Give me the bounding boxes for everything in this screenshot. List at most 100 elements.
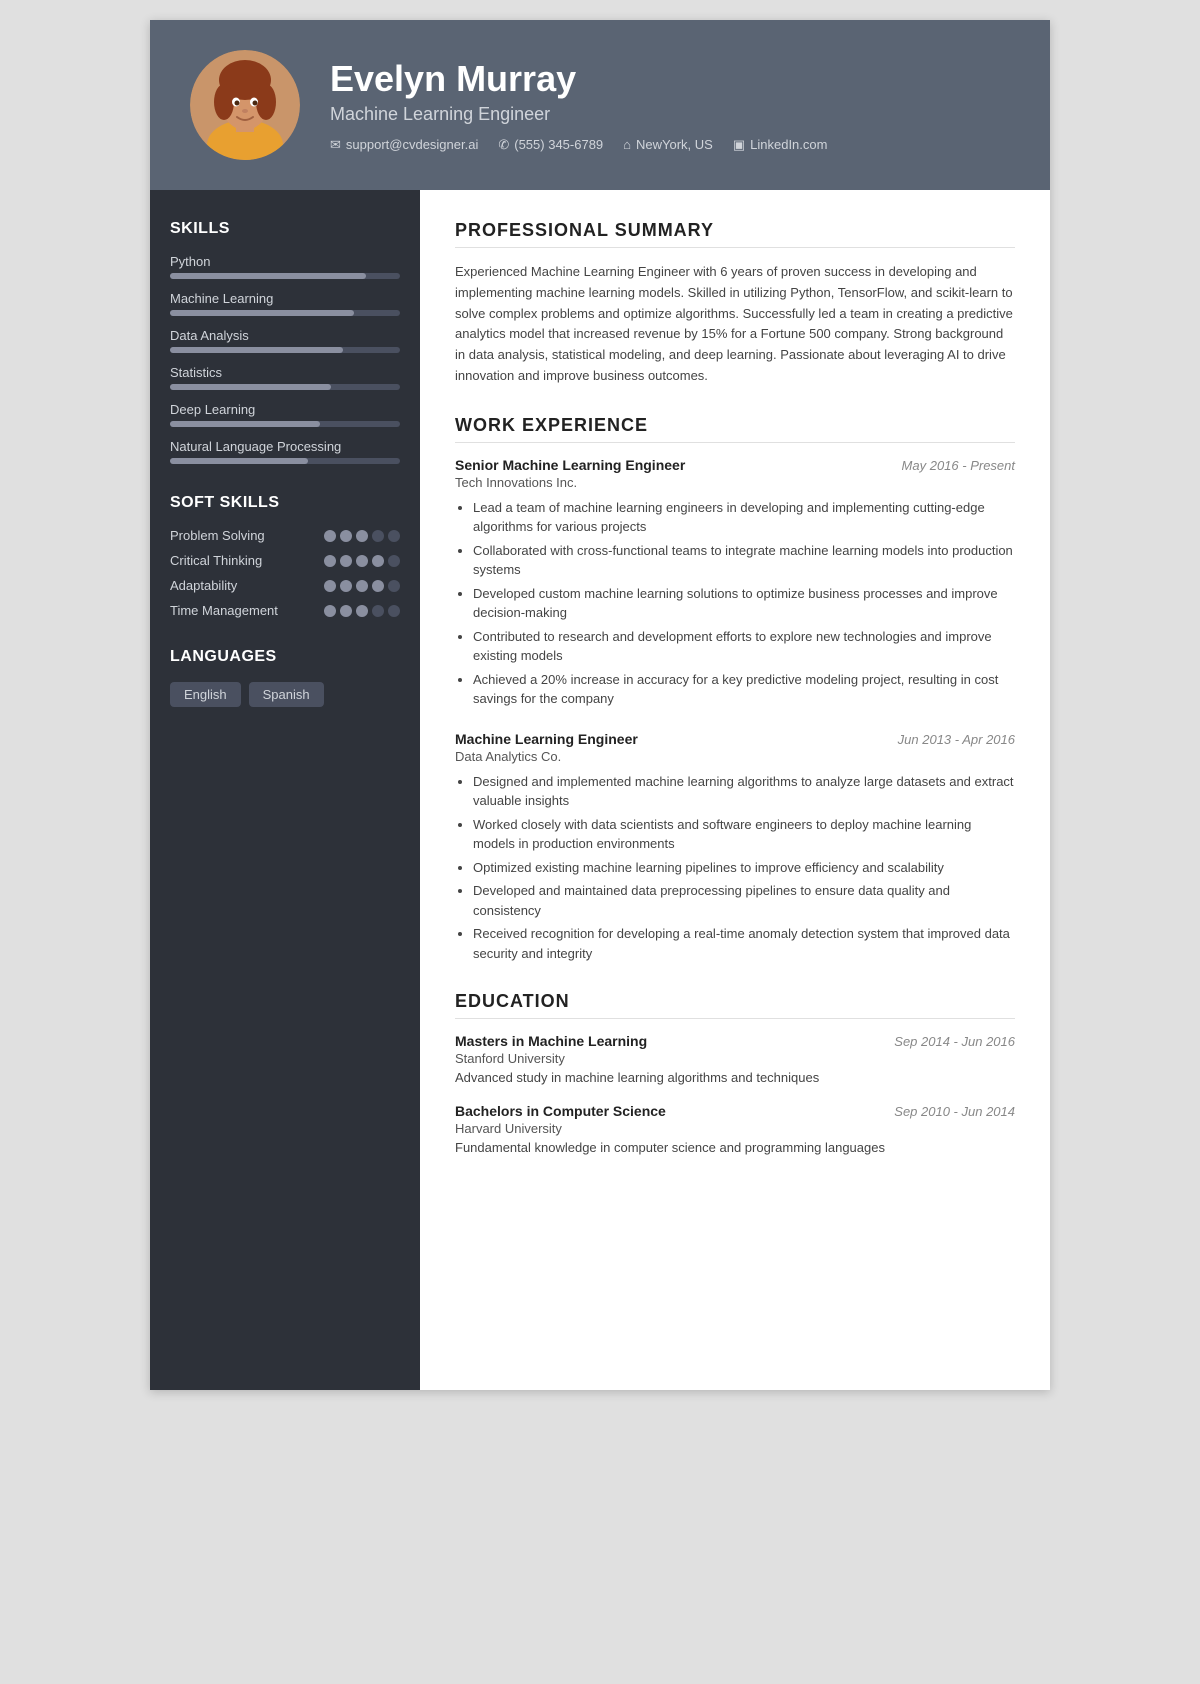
soft-skills-section-title: SOFT SKILLS xyxy=(170,494,400,512)
bullet: Achieved a 20% increase in accuracy for … xyxy=(473,670,1015,709)
soft-skill-item: Time Management xyxy=(170,603,400,618)
skill-item: Natural Language Processing xyxy=(170,439,400,464)
email-value: support@cvdesigner.ai xyxy=(346,137,478,152)
dot-empty xyxy=(388,530,400,542)
languages-section-title: LANGUAGES xyxy=(170,648,400,666)
skill-item: Statistics xyxy=(170,365,400,390)
edu-school: Harvard University xyxy=(455,1121,1015,1136)
dot-filled xyxy=(324,555,336,567)
work-section: WORK EXPERIENCE Senior Machine Learning … xyxy=(455,415,1015,964)
phone-value: (555) 345-6789 xyxy=(514,137,603,152)
skill-bar-fill xyxy=(170,273,366,279)
bullet: Optimized existing machine learning pipe… xyxy=(473,858,1015,878)
skill-bar-fill xyxy=(170,384,331,390)
skills-list: Python Machine Learning Data Analysis St… xyxy=(170,254,400,464)
language-tag: Spanish xyxy=(249,682,324,707)
skill-item: Python xyxy=(170,254,400,279)
bullet: Collaborated with cross-functional teams… xyxy=(473,541,1015,580)
bullet: Developed and maintained data preprocess… xyxy=(473,881,1015,920)
skill-bar-fill xyxy=(170,458,308,464)
skill-name: Statistics xyxy=(170,365,400,380)
dot-empty xyxy=(388,605,400,617)
job-header: Machine Learning Engineer Jun 2013 - Apr… xyxy=(455,731,1015,747)
soft-skill-name: Time Management xyxy=(170,603,278,618)
job-item: Senior Machine Learning Engineer May 201… xyxy=(455,457,1015,709)
linkedin-icon: ▣ xyxy=(733,137,745,153)
bullet: Designed and implemented machine learnin… xyxy=(473,772,1015,811)
dot-filled xyxy=(340,530,352,542)
bullet: Contributed to research and development … xyxy=(473,627,1015,666)
job-item: Machine Learning Engineer Jun 2013 - Apr… xyxy=(455,731,1015,964)
edu-desc: Advanced study in machine learning algor… xyxy=(455,1070,1015,1085)
skill-bar-bg xyxy=(170,458,400,464)
education-section: EDUCATION Masters in Machine Learning Se… xyxy=(455,991,1015,1155)
skill-bar-bg xyxy=(170,384,400,390)
job-header: Senior Machine Learning Engineer May 201… xyxy=(455,457,1015,473)
header-contacts: ✉ support@cvdesigner.ai ✆ (555) 345-6789… xyxy=(330,137,1010,153)
soft-skill-name: Adaptability xyxy=(170,578,237,593)
skill-name: Natural Language Processing xyxy=(170,439,400,454)
skills-section-title: SKILLS xyxy=(170,220,400,238)
languages-list: English Spanish xyxy=(170,682,400,707)
skill-bar-fill xyxy=(170,310,354,316)
resume-container: Evelyn Murray Machine Learning Engineer … xyxy=(150,20,1050,1390)
language-tag: English xyxy=(170,682,241,707)
job-company: Data Analytics Co. xyxy=(455,749,1015,764)
header-info: Evelyn Murray Machine Learning Engineer … xyxy=(330,58,1010,153)
skill-name: Deep Learning xyxy=(170,402,400,417)
education-item: Masters in Machine Learning Sep 2014 - J… xyxy=(455,1033,1015,1085)
edu-header: Masters in Machine Learning Sep 2014 - J… xyxy=(455,1033,1015,1049)
avatar xyxy=(190,50,300,160)
location-value: NewYork, US xyxy=(636,137,713,152)
linkedin-value: LinkedIn.com xyxy=(750,137,827,152)
sidebar: SKILLS Python Machine Learning Data Anal… xyxy=(150,190,420,1390)
main-content: PROFESSIONAL SUMMARY Experienced Machine… xyxy=(420,190,1050,1390)
dot-empty xyxy=(388,580,400,592)
contact-location: ⌂ NewYork, US xyxy=(623,137,713,152)
bullet: Worked closely with data scientists and … xyxy=(473,815,1015,854)
dots xyxy=(324,580,400,592)
header-name: Evelyn Murray xyxy=(330,58,1010,100)
location-icon: ⌂ xyxy=(623,137,631,152)
skill-bar-bg xyxy=(170,273,400,279)
dot-filled xyxy=(356,580,368,592)
work-title: WORK EXPERIENCE xyxy=(455,415,1015,443)
dot-empty xyxy=(388,555,400,567)
summary-title: PROFESSIONAL SUMMARY xyxy=(455,220,1015,248)
body: SKILLS Python Machine Learning Data Anal… xyxy=(150,190,1050,1390)
skill-name: Python xyxy=(170,254,400,269)
dot-filled xyxy=(340,580,352,592)
contact-phone: ✆ (555) 345-6789 xyxy=(498,137,603,153)
job-title: Senior Machine Learning Engineer xyxy=(455,457,685,473)
job-date: Jun 2013 - Apr 2016 xyxy=(898,732,1015,747)
contact-linkedin: ▣ LinkedIn.com xyxy=(733,137,828,153)
skill-bar-bg xyxy=(170,310,400,316)
skill-name: Machine Learning xyxy=(170,291,400,306)
job-title: Machine Learning Engineer xyxy=(455,731,638,747)
job-bullets: Designed and implemented machine learnin… xyxy=(455,772,1015,964)
skill-bar-fill xyxy=(170,347,343,353)
soft-skill-name: Problem Solving xyxy=(170,528,265,543)
bullet: Developed custom machine learning soluti… xyxy=(473,584,1015,623)
job-bullets: Lead a team of machine learning engineer… xyxy=(455,498,1015,709)
summary-text: Experienced Machine Learning Engineer wi… xyxy=(455,262,1015,387)
dot-filled xyxy=(356,555,368,567)
education-title: EDUCATION xyxy=(455,991,1015,1019)
dot-filled xyxy=(340,605,352,617)
education-list: Masters in Machine Learning Sep 2014 - J… xyxy=(455,1033,1015,1155)
bullet: Lead a team of machine learning engineer… xyxy=(473,498,1015,537)
edu-degree: Masters in Machine Learning xyxy=(455,1033,647,1049)
skill-bar-bg xyxy=(170,347,400,353)
dot-filled xyxy=(372,580,384,592)
soft-skill-item: Adaptability xyxy=(170,578,400,593)
soft-skill-item: Problem Solving xyxy=(170,528,400,543)
dot-filled xyxy=(324,530,336,542)
skill-name: Data Analysis xyxy=(170,328,400,343)
skill-item: Deep Learning xyxy=(170,402,400,427)
skill-item: Machine Learning xyxy=(170,291,400,316)
dot-filled xyxy=(356,605,368,617)
soft-skills-list: Problem SolvingCritical ThinkingAdaptabi… xyxy=(170,528,400,618)
dot-filled xyxy=(356,530,368,542)
header-section: Evelyn Murray Machine Learning Engineer … xyxy=(150,20,1050,190)
dots xyxy=(324,555,400,567)
